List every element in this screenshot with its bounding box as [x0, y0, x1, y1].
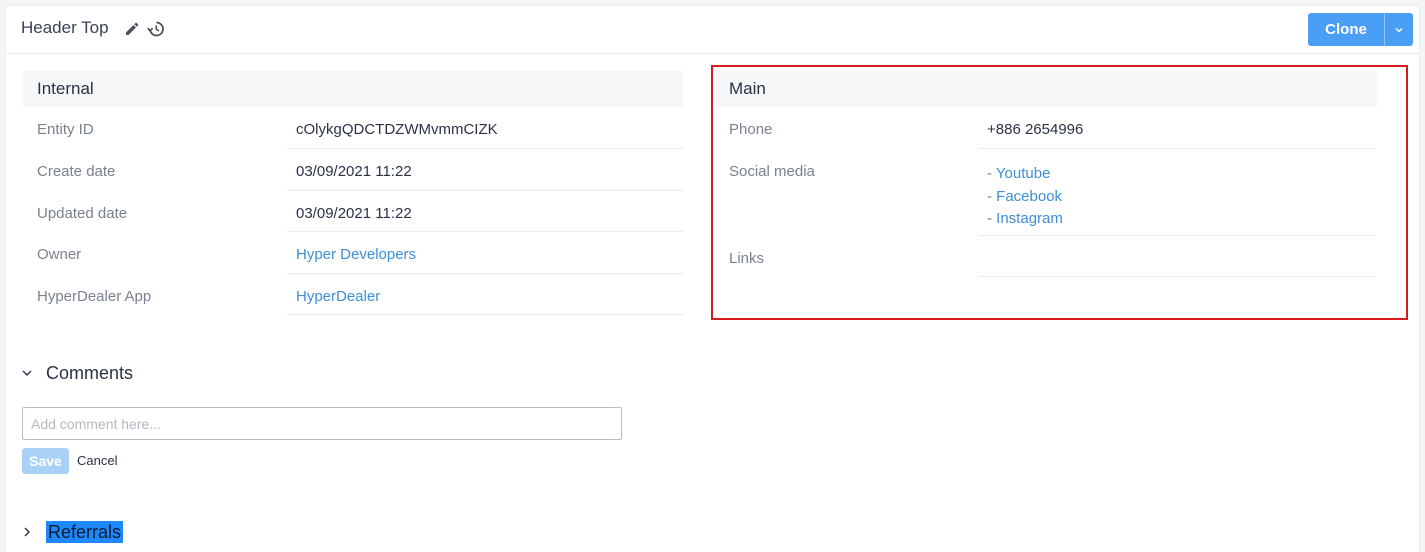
referrals-heading[interactable]: Referrals	[46, 521, 124, 543]
app-link[interactable]: HyperDealer	[296, 288, 380, 305]
clone-dropdown-toggle[interactable]	[1384, 13, 1413, 46]
internal-section-heading: Internal	[23, 71, 683, 107]
comments-heading[interactable]: Comments	[46, 363, 133, 384]
create-date-value: 03/09/2021 11:22	[296, 163, 412, 180]
save-button[interactable]: Save	[22, 448, 69, 474]
row-divider	[287, 148, 683, 149]
owner-link[interactable]: Hyper Developers	[296, 246, 416, 263]
history-icon[interactable]	[147, 20, 165, 38]
updated-date-value: 03/09/2021 11:22	[296, 205, 412, 222]
chevron-down-icon[interactable]	[20, 366, 34, 380]
row-divider	[287, 273, 683, 274]
updated-date-label: Updated date	[37, 205, 128, 222]
row-divider	[287, 231, 683, 232]
entity-id-value: cOlykgQDCTDZWMvmmCIZK	[296, 121, 498, 138]
owner-label: Owner	[37, 246, 82, 263]
row-divider	[287, 190, 683, 191]
app-label: HyperDealer App	[37, 288, 152, 305]
clone-button-group: Clone	[1308, 13, 1413, 46]
row-divider	[287, 314, 683, 315]
cancel-button[interactable]: Cancel	[77, 453, 117, 468]
pencil-icon[interactable]	[123, 20, 141, 38]
create-date-label: Create date	[37, 163, 116, 180]
chevron-down-icon	[1395, 27, 1403, 32]
detail-card: Header Top Clone Internal Entity ID cOly…	[5, 5, 1420, 552]
page-header: Header Top Clone	[6, 6, 1419, 54]
chevron-right-icon[interactable]	[20, 525, 34, 539]
comment-input[interactable]	[22, 407, 622, 440]
clone-button[interactable]: Clone	[1308, 13, 1384, 46]
highlight-box	[711, 65, 1408, 320]
entity-id-label: Entity ID	[37, 121, 94, 138]
page-title: Header Top	[21, 18, 109, 37]
